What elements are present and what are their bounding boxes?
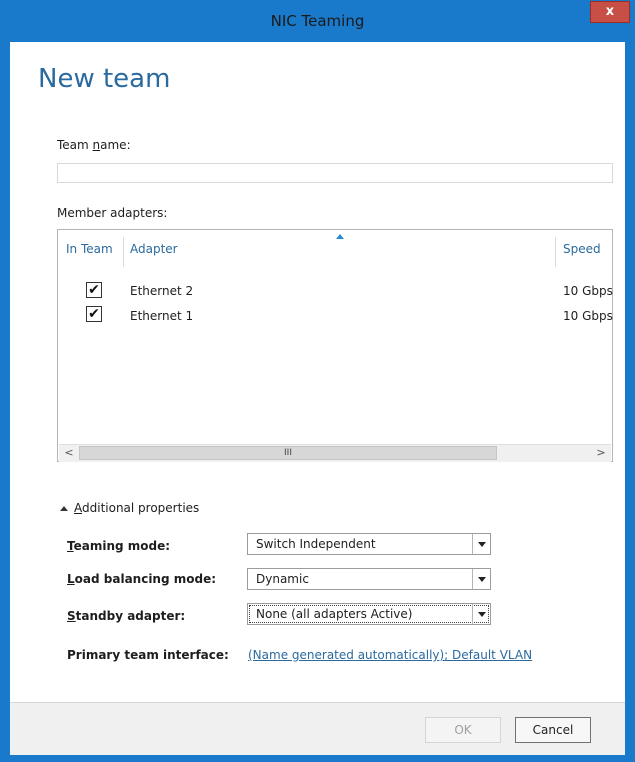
standby-adapter-label: Standby adapter: xyxy=(67,609,186,623)
horizontal-scrollbar[interactable]: < III > xyxy=(59,444,611,462)
teaming-mode-label: Teaming mode: xyxy=(67,539,171,553)
dropdown-arrow-icon[interactable] xyxy=(472,604,490,624)
member-adapters-label: Member adapters: xyxy=(57,206,168,220)
checkmark-icon: ✔ xyxy=(88,306,100,322)
column-header-adapter[interactable]: Adapter xyxy=(130,242,178,256)
dropdown-arrow-icon[interactable] xyxy=(472,534,490,554)
teaming-mode-select[interactable]: Switch Independent xyxy=(247,533,491,555)
grip-icon: III xyxy=(284,448,292,458)
chevron-right-icon: > xyxy=(596,446,606,459)
scroll-right-button[interactable]: > xyxy=(593,446,609,461)
sort-ascending-icon xyxy=(336,234,344,239)
load-balancing-mode-label: Load balancing mode: xyxy=(67,572,217,586)
adapter-speed: 10 Gbps xyxy=(563,309,613,323)
adapter-name: Ethernet 2 xyxy=(130,284,194,298)
primary-team-interface-link[interactable]: (Name generated automatically); Default … xyxy=(248,648,532,662)
ok-button[interactable]: OK xyxy=(425,717,501,743)
close-button[interactable]: x xyxy=(590,1,630,23)
member-adapters-list[interactable]: In Team Adapter Speed ✔ Ethernet 2 10 Gb… xyxy=(57,229,613,462)
chevron-left-icon: < xyxy=(64,446,74,459)
in-team-checkbox[interactable]: ✔ xyxy=(86,306,102,322)
scrollbar-thumb[interactable]: III xyxy=(79,446,497,460)
team-name-input[interactable] xyxy=(57,163,613,183)
team-name-label: Team name: xyxy=(57,138,131,152)
nic-teaming-window: NIC Teaming x New team Team name: Member… xyxy=(0,0,635,762)
column-divider[interactable] xyxy=(555,237,556,267)
additional-properties-toggle[interactable]: Additional properties xyxy=(74,501,199,515)
checkmark-icon: ✔ xyxy=(88,282,100,298)
column-header-speed[interactable]: Speed xyxy=(563,242,601,256)
dropdown-arrow-icon[interactable] xyxy=(472,569,490,589)
adapter-speed: 10 Gbps xyxy=(563,284,613,298)
page-title: New team xyxy=(38,64,171,94)
scroll-left-button[interactable]: < xyxy=(61,446,77,461)
standby-adapter-select[interactable]: None (all adapters Active) xyxy=(247,603,491,625)
window-title: NIC Teaming xyxy=(270,12,365,30)
column-divider[interactable] xyxy=(123,237,124,267)
load-balancing-mode-select[interactable]: Dynamic xyxy=(247,568,491,590)
dialog-footer: OK Cancel xyxy=(10,702,625,755)
dialog-body: New team Team name: Member adapters: In … xyxy=(10,42,625,755)
standby-adapter-value: None (all adapters Active) xyxy=(256,607,413,621)
cancel-button[interactable]: Cancel xyxy=(515,717,591,743)
title-bar[interactable]: NIC Teaming x xyxy=(0,0,635,42)
load-balancing-mode-value: Dynamic xyxy=(256,572,309,586)
teaming-mode-value: Switch Independent xyxy=(256,537,376,551)
column-header-in-team[interactable]: In Team xyxy=(66,242,113,256)
adapter-name: Ethernet 1 xyxy=(130,309,194,323)
primary-team-interface-label: Primary team interface: xyxy=(67,648,229,662)
in-team-checkbox[interactable]: ✔ xyxy=(86,282,102,298)
collapse-caret-icon[interactable] xyxy=(60,506,68,511)
close-icon: x xyxy=(605,4,615,19)
